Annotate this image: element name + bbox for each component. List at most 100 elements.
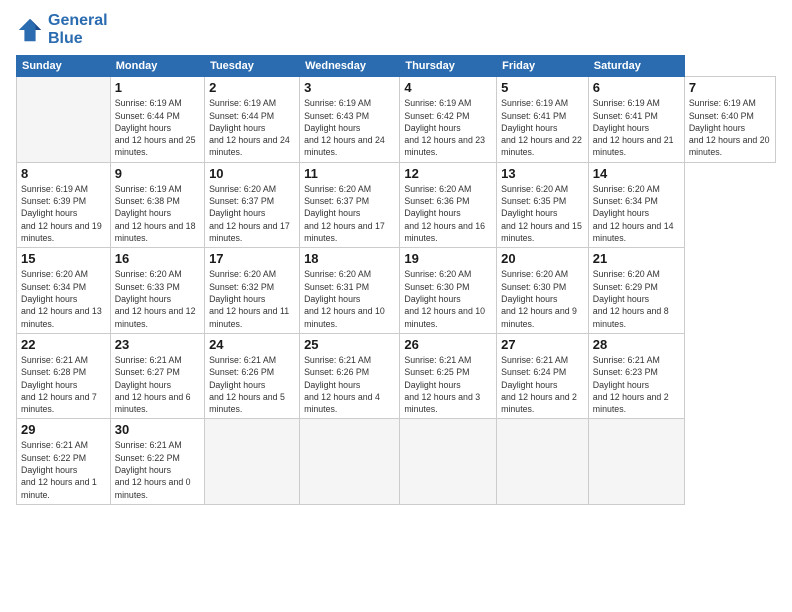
day-cell: 25 Sunrise: 6:21 AMSunset: 6:26 PMDayligh… [300, 333, 400, 419]
day-detail: Sunrise: 6:19 AMSunset: 6:44 PMDaylight … [209, 97, 295, 159]
day-detail: Sunrise: 6:19 AMSunset: 6:40 PMDaylight … [689, 97, 771, 159]
day-cell: 19 Sunrise: 6:20 AMSunset: 6:30 PMDayligh… [400, 248, 497, 334]
day-detail: Sunrise: 6:19 AMSunset: 6:38 PMDaylight … [115, 183, 200, 245]
day-cell: 22 Sunrise: 6:21 AMSunset: 6:28 PMDayligh… [17, 333, 111, 419]
day-number: 14 [593, 166, 680, 181]
day-number: 18 [304, 251, 395, 266]
day-number: 27 [501, 337, 584, 352]
day-cell: 14 Sunrise: 6:20 AMSunset: 6:34 PMDayligh… [588, 162, 684, 248]
day-number: 8 [21, 166, 106, 181]
day-number: 7 [689, 80, 771, 95]
day-header-saturday: Saturday [588, 56, 684, 77]
day-number: 2 [209, 80, 295, 95]
day-cell: 23 Sunrise: 6:21 AMSunset: 6:27 PMDayligh… [110, 333, 204, 419]
day-cell: 3Sunrise: 6:19 AMSunset: 6:43 PMDaylight… [300, 77, 400, 163]
day-header-thursday: Thursday [400, 56, 497, 77]
day-number: 12 [404, 166, 492, 181]
day-cell: 2 Sunrise: 6:19 AMSunset: 6:44 PMDaylight… [205, 77, 300, 163]
day-cell [400, 419, 497, 505]
logo: General Blue [16, 12, 108, 47]
day-detail: Sunrise: 6:20 AMSunset: 6:30 PMDaylight … [501, 268, 584, 330]
day-cell: 30Sunrise: 6:21 AMSunset: 6:22 PMDayligh… [110, 419, 204, 505]
day-cell: 7 Sunrise: 6:19 AMSunset: 6:40 PMDaylight… [684, 77, 775, 163]
day-cell [17, 77, 111, 163]
day-cell: 18 Sunrise: 6:20 AMSunset: 6:31 PMDayligh… [300, 248, 400, 334]
day-header-monday: Monday [110, 56, 204, 77]
day-header-friday: Friday [497, 56, 589, 77]
day-cell: 1 Sunrise: 6:19 AMSunset: 6:44 PMDaylight… [110, 77, 204, 163]
day-number: 30 [115, 422, 200, 437]
day-number: 13 [501, 166, 584, 181]
day-detail: Sunrise: 6:20 AMSunset: 6:31 PMDaylight … [304, 268, 395, 330]
day-cell: 24 Sunrise: 6:21 AMSunset: 6:26 PMDayligh… [205, 333, 300, 419]
day-detail: Sunrise: 6:20 AMSunset: 6:35 PMDaylight … [501, 183, 584, 245]
day-detail: Sunrise: 6:20 AMSunset: 6:34 PMDaylight … [593, 183, 680, 245]
day-cell: 21 Sunrise: 6:20 AMSunset: 6:29 PMDayligh… [588, 248, 684, 334]
day-cell: 10 Sunrise: 6:20 AMSunset: 6:37 PMDayligh… [205, 162, 300, 248]
day-number: 19 [404, 251, 492, 266]
day-number: 20 [501, 251, 584, 266]
day-detail: Sunrise: 6:21 AMSunset: 6:28 PMDaylight … [21, 354, 106, 416]
day-cell: 17 Sunrise: 6:20 AMSunset: 6:32 PMDayligh… [205, 248, 300, 334]
day-number: 3 [304, 80, 395, 95]
day-detail: Sunrise: 6:21 AMSunset: 6:26 PMDaylight … [209, 354, 295, 416]
day-cell: 5 Sunrise: 6:19 AMSunset: 6:41 PMDaylight… [497, 77, 589, 163]
day-number: 23 [115, 337, 200, 352]
day-detail: Sunrise: 6:19 AMSunset: 6:41 PMDaylight … [593, 97, 680, 159]
day-cell [205, 419, 300, 505]
day-detail: Sunrise: 6:21 AMSunset: 6:26 PMDaylight … [304, 354, 395, 416]
day-number: 21 [593, 251, 680, 266]
day-detail: Sunrise: 6:20 AMSunset: 6:36 PMDaylight … [404, 183, 492, 245]
day-cell: 20 Sunrise: 6:20 AMSunset: 6:30 PMDayligh… [497, 248, 589, 334]
day-cell: 9Sunrise: 6:19 AMSunset: 6:38 PMDaylight… [110, 162, 204, 248]
day-number: 28 [593, 337, 680, 352]
day-number: 25 [304, 337, 395, 352]
day-detail: Sunrise: 6:20 AMSunset: 6:29 PMDaylight … [593, 268, 680, 330]
day-number: 16 [115, 251, 200, 266]
day-detail: Sunrise: 6:21 AMSunset: 6:25 PMDaylight … [404, 354, 492, 416]
day-number: 17 [209, 251, 295, 266]
day-cell: 13 Sunrise: 6:20 AMSunset: 6:35 PMDayligh… [497, 162, 589, 248]
day-number: 1 [115, 80, 200, 95]
page: General Blue SundayMondayTuesdayWednesda… [0, 0, 792, 612]
day-cell [300, 419, 400, 505]
day-cell: 27Sunrise: 6:21 AMSunset: 6:24 PMDayligh… [497, 333, 589, 419]
day-number: 5 [501, 80, 584, 95]
day-detail: Sunrise: 6:20 AMSunset: 6:37 PMDaylight … [304, 183, 395, 245]
day-cell: 15 Sunrise: 6:20 AMSunset: 6:34 PMDayligh… [17, 248, 111, 334]
day-detail: Sunrise: 6:19 AMSunset: 6:42 PMDaylight … [404, 97, 492, 159]
day-detail: Sunrise: 6:19 AMSunset: 6:44 PMDaylight … [115, 97, 200, 159]
day-number: 10 [209, 166, 295, 181]
day-detail: Sunrise: 6:19 AMSunset: 6:39 PMDaylight … [21, 183, 106, 245]
day-header-tuesday: Tuesday [205, 56, 300, 77]
day-detail: Sunrise: 6:21 AMSunset: 6:22 PMDaylight … [21, 439, 106, 501]
week-row-4: 29 Sunrise: 6:21 AMSunset: 6:22 PMDayligh… [17, 419, 776, 505]
day-cell: 11Sunrise: 6:20 AMSunset: 6:37 PMDayligh… [300, 162, 400, 248]
day-cell: 16Sunrise: 6:20 AMSunset: 6:33 PMDayligh… [110, 248, 204, 334]
logo-icon [16, 16, 44, 44]
day-detail: Sunrise: 6:20 AMSunset: 6:37 PMDaylight … [209, 183, 295, 245]
day-detail: Sunrise: 6:20 AMSunset: 6:30 PMDaylight … [404, 268, 492, 330]
day-cell: 6Sunrise: 6:19 AMSunset: 6:41 PMDaylight… [588, 77, 684, 163]
day-number: 4 [404, 80, 492, 95]
day-detail: Sunrise: 6:21 AMSunset: 6:23 PMDaylight … [593, 354, 680, 416]
day-header-wednesday: Wednesday [300, 56, 400, 77]
day-cell: 28 Sunrise: 6:21 AMSunset: 6:23 PMDayligh… [588, 333, 684, 419]
day-cell [588, 419, 684, 505]
week-row-0: 1 Sunrise: 6:19 AMSunset: 6:44 PMDaylight… [17, 77, 776, 163]
day-detail: Sunrise: 6:19 AMSunset: 6:41 PMDaylight … [501, 97, 584, 159]
day-number: 22 [21, 337, 106, 352]
day-cell: 29 Sunrise: 6:21 AMSunset: 6:22 PMDayligh… [17, 419, 111, 505]
day-cell [497, 419, 589, 505]
day-cell: 26 Sunrise: 6:21 AMSunset: 6:25 PMDayligh… [400, 333, 497, 419]
day-header-sunday: Sunday [17, 56, 111, 77]
day-number: 15 [21, 251, 106, 266]
day-detail: Sunrise: 6:20 AMSunset: 6:34 PMDaylight … [21, 268, 106, 330]
day-number: 26 [404, 337, 492, 352]
header-row: SundayMondayTuesdayWednesdayThursdayFrid… [17, 56, 776, 77]
day-detail: Sunrise: 6:20 AMSunset: 6:32 PMDaylight … [209, 268, 295, 330]
day-number: 24 [209, 337, 295, 352]
day-cell: 4 Sunrise: 6:19 AMSunset: 6:42 PMDaylight… [400, 77, 497, 163]
day-detail: Sunrise: 6:21 AMSunset: 6:27 PMDaylight … [115, 354, 200, 416]
day-number: 29 [21, 422, 106, 437]
